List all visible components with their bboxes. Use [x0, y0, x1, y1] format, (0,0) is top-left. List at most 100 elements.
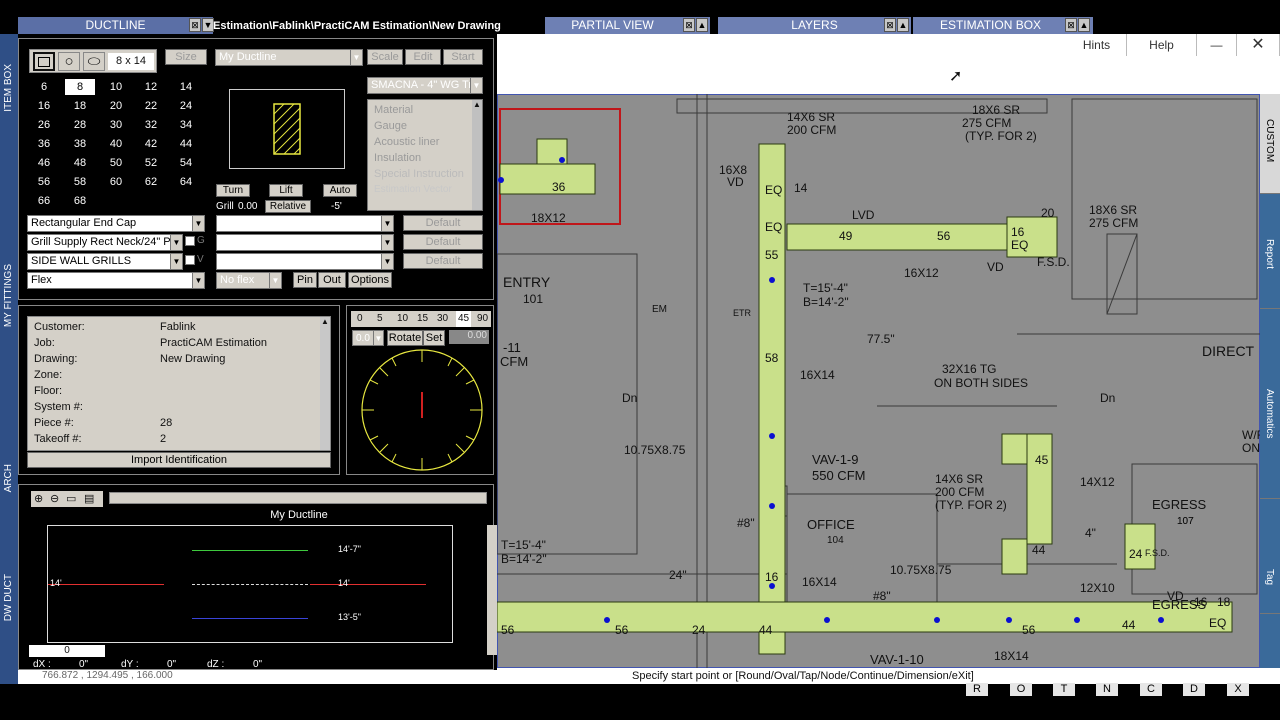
- start-button[interactable]: Start: [443, 49, 483, 65]
- pin-icon[interactable]: ⊠: [683, 18, 695, 32]
- size-cell[interactable]: 6: [29, 81, 59, 93]
- pin-icon[interactable]: ⊠: [884, 18, 896, 32]
- size-cell[interactable]: 40: [101, 138, 131, 150]
- turn-button[interactable]: Turn: [216, 184, 250, 197]
- angle-5[interactable]: 5: [377, 311, 383, 327]
- size-cell[interactable]: 16: [29, 100, 59, 112]
- size-cell[interactable]: 34: [171, 119, 201, 131]
- estimation-box-titlebar[interactable]: ESTIMATION BOX ⊠ ▲: [913, 17, 1093, 34]
- hints-menu[interactable]: Hints: [1067, 34, 1127, 56]
- out-button[interactable]: Out 3: [318, 272, 346, 300]
- ductline-elevation-view[interactable]: 14'-7" 14' 14' 13'-5": [47, 525, 453, 643]
- spec-select[interactable]: SMACNA - 4" WG Tr ▼: [367, 77, 483, 94]
- size-cell[interactable]: 12: [136, 81, 166, 93]
- horizontal-scrollbar[interactable]: [109, 492, 487, 504]
- size-cell[interactable]: 52: [136, 157, 166, 169]
- fitting-aux-select-2[interactable]: ▼: [216, 234, 394, 251]
- continue-key[interactable]: C: [1140, 683, 1162, 696]
- import-identification-button[interactable]: Import Identification: [27, 452, 331, 468]
- tap-key[interactable]: T: [1053, 683, 1075, 696]
- help-menu[interactable]: Help: [1127, 34, 1197, 56]
- command-prompt[interactable]: Specify start point or [Round/Oval/Tap/N…: [497, 668, 1260, 684]
- size-cell[interactable]: 44: [171, 138, 201, 150]
- edit-button[interactable]: Edit: [405, 49, 441, 65]
- angle-30[interactable]: 30: [437, 311, 448, 327]
- ident-scrollbar[interactable]: ▲: [320, 317, 330, 450]
- expand-icon[interactable]: ▲: [1078, 18, 1090, 32]
- size-cell[interactable]: 62: [136, 176, 166, 188]
- angle-45[interactable]: 45: [456, 311, 472, 327]
- vent-checkbox[interactable]: [185, 255, 195, 265]
- size-cell[interactable]: 18: [65, 100, 95, 112]
- tab-custom[interactable]: CUSTOM: [1260, 94, 1280, 194]
- round-key[interactable]: R: [966, 683, 988, 696]
- size-cell[interactable]: 14: [171, 81, 201, 93]
- default-button-2[interactable]: Default: [403, 234, 483, 250]
- node-key[interactable]: N: [1096, 683, 1118, 696]
- partial-view-titlebar[interactable]: PARTIAL VIEW ⊠ ▲: [545, 17, 710, 34]
- size-cell[interactable]: 46: [29, 157, 59, 169]
- oval-key[interactable]: O: [1010, 683, 1032, 696]
- round-shape-icon[interactable]: ○: [58, 52, 80, 71]
- size-cell[interactable]: 24: [171, 100, 201, 112]
- position-slider[interactable]: 0: [29, 645, 105, 657]
- rotation-dial[interactable]: [355, 344, 489, 472]
- properties-scrollbar[interactable]: ▲: [472, 100, 482, 210]
- dimension-key[interactable]: D: [1183, 683, 1205, 696]
- size-cell[interactable]: 42: [136, 138, 166, 150]
- options-button[interactable]: Options: [348, 272, 392, 288]
- expand-icon[interactable]: ▲: [897, 18, 909, 32]
- size-cell[interactable]: 66: [29, 195, 59, 207]
- size-cell[interactable]: 36: [29, 138, 59, 150]
- size-cell-selected[interactable]: 8: [65, 79, 95, 95]
- my-fittings-tab[interactable]: MY FITTINGS: [3, 264, 14, 327]
- properties-list[interactable]: Material Gauge Acoustic liner Insulation…: [367, 99, 483, 211]
- size-cell[interactable]: 38: [65, 138, 95, 150]
- tab-tag[interactable]: Tag: [1260, 554, 1280, 614]
- size-cell[interactable]: 54: [171, 157, 201, 169]
- scale-button[interactable]: Scale: [367, 49, 403, 65]
- size-cell[interactable]: 28: [65, 119, 95, 131]
- size-cell[interactable]: 22: [136, 100, 166, 112]
- drawing-canvas[interactable]: 14X6 SR 200 CFM 18X6 SR 275 CFM (TYP. FO…: [497, 94, 1260, 668]
- size-cell[interactable]: 68: [65, 195, 95, 207]
- auto-button[interactable]: Auto: [323, 184, 357, 197]
- zoom-in-icon[interactable]: ⊕: [34, 492, 43, 505]
- noflex-select[interactable]: No flex ▼: [216, 272, 282, 289]
- size-cell[interactable]: 58: [65, 176, 95, 188]
- size-cell[interactable]: 56: [29, 176, 59, 188]
- relative-button[interactable]: Relative: [265, 200, 311, 213]
- ductline-select[interactable]: My Ductline ▼: [215, 49, 363, 66]
- size-button[interactable]: Size: [165, 49, 207, 65]
- rect-shape-icon[interactable]: [33, 52, 55, 71]
- size-cell[interactable]: 60: [101, 176, 131, 188]
- fitting-select-end[interactable]: Rectangular End Cap ▼: [27, 215, 205, 232]
- layers-titlebar[interactable]: LAYERS ⊠ ▲: [718, 17, 911, 34]
- size-cell[interactable]: 32: [136, 119, 166, 131]
- size-cell[interactable]: 30: [101, 119, 131, 131]
- arch-tab[interactable]: ARCH: [3, 464, 14, 492]
- item-box-tab[interactable]: ITEM BOX: [3, 64, 14, 112]
- ductline-titlebar[interactable]: DUCTLINE ⊠ ▼: [18, 17, 214, 34]
- grill-checkbox[interactable]: [185, 236, 195, 246]
- zoom-out-icon[interactable]: ⊖: [50, 492, 59, 505]
- pin-icon[interactable]: ⊠: [1065, 18, 1077, 32]
- angle-10[interactable]: 10: [397, 311, 408, 327]
- fitting-select-flex[interactable]: Flex ▼: [27, 272, 205, 289]
- vertical-scrollbar[interactable]: [487, 525, 497, 655]
- tab-report[interactable]: Report: [1260, 234, 1280, 309]
- save-icon[interactable]: ▤: [84, 492, 94, 505]
- expand-icon[interactable]: ▲: [696, 18, 708, 32]
- tab-automatics[interactable]: Automatics: [1260, 369, 1280, 499]
- size-cell[interactable]: 64: [171, 176, 201, 188]
- minimize-button[interactable]: —: [1197, 34, 1237, 56]
- size-cell[interactable]: 26: [29, 119, 59, 131]
- default-button-1[interactable]: Default: [403, 215, 483, 231]
- close-button[interactable]: ✕: [1237, 34, 1280, 56]
- exit-key[interactable]: X: [1227, 683, 1249, 696]
- angle-90[interactable]: 90: [477, 311, 488, 327]
- angle-0[interactable]: 0: [357, 311, 363, 327]
- fitting-aux-select-3[interactable]: ▼: [216, 253, 394, 270]
- size-cell[interactable]: 50: [101, 157, 131, 169]
- pin-button[interactable]: Pin: [293, 272, 317, 288]
